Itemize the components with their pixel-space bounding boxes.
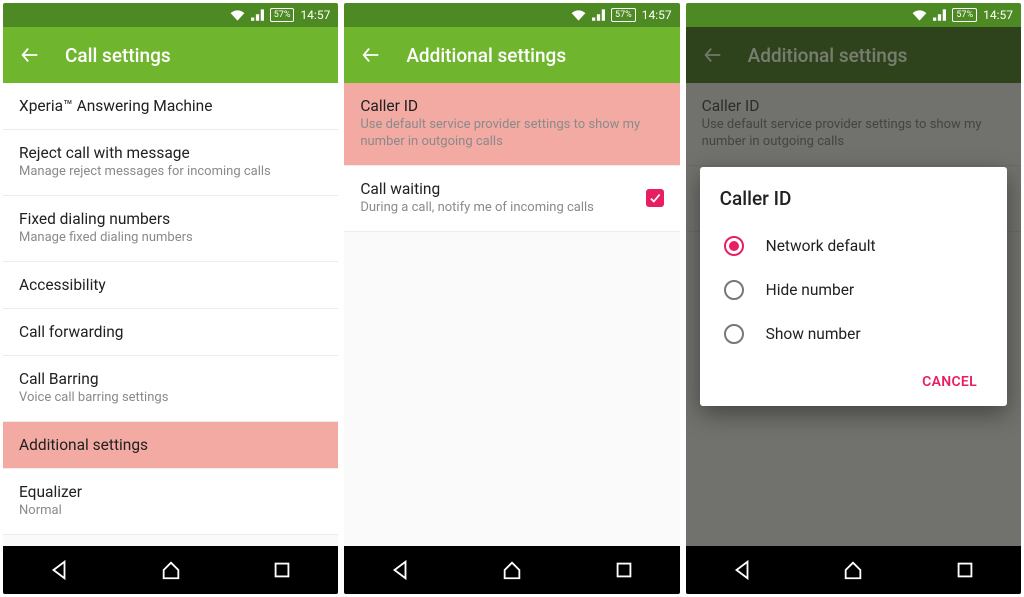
nav-recent-icon[interactable]: [954, 559, 976, 581]
battery-indicator: 57%: [952, 8, 977, 22]
radio-icon: [724, 236, 744, 256]
nav-bar: [686, 546, 1021, 594]
nav-recent-icon[interactable]: [271, 559, 293, 581]
option-show-number[interactable]: Show number: [720, 312, 987, 356]
clock: 14:57: [642, 8, 672, 22]
row-title: Additional settings: [19, 436, 322, 454]
row-equalizer[interactable]: Equalizer Normal: [3, 469, 338, 535]
row-title: Equalizer: [19, 483, 322, 501]
nav-recent-icon[interactable]: [613, 559, 635, 581]
row-subtitle: Use default service provider settings to…: [360, 117, 663, 151]
row-title: Call waiting: [360, 180, 663, 198]
nav-home-icon[interactable]: [160, 559, 182, 581]
row-subtitle: Manage fixed dialing numbers: [19, 230, 322, 247]
row-call-barring[interactable]: Call Barring Voice call barring settings: [3, 356, 338, 422]
page-title: Additional settings: [406, 44, 566, 67]
check-icon: [648, 191, 662, 205]
status-bar: 57% 14:57: [3, 3, 338, 27]
nav-home-icon[interactable]: [842, 559, 864, 581]
clock: 14:57: [983, 8, 1013, 22]
app-bar: Additional settings: [344, 27, 679, 83]
row-title: Caller ID: [360, 97, 663, 115]
radio-icon: [724, 280, 744, 300]
settings-list: Caller ID Use default service provider s…: [344, 83, 679, 546]
radio-icon: [724, 324, 744, 344]
row-title: Xperia™ Answering Machine: [19, 97, 322, 115]
nav-bar: [3, 546, 338, 594]
signal-icon: [251, 9, 264, 21]
nav-back-icon[interactable]: [731, 559, 753, 581]
row-subtitle: Voice call barring settings: [19, 390, 322, 407]
nav-back-icon[interactable]: [48, 559, 70, 581]
caller-id-dialog: Caller ID Network default Hide number Sh…: [700, 167, 1007, 406]
nav-back-icon[interactable]: [389, 559, 411, 581]
back-icon[interactable]: [19, 44, 41, 66]
row-subtitle: Normal: [19, 503, 322, 520]
row-title: Call Barring: [19, 370, 322, 388]
row-reject-call[interactable]: Reject call with message Manage reject m…: [3, 130, 338, 196]
wifi-icon: [571, 9, 586, 21]
settings-list: Xperia™ Answering Machine Reject call wi…: [3, 83, 338, 546]
option-label: Hide number: [766, 281, 855, 299]
option-label: Network default: [766, 237, 876, 255]
row-additional-settings[interactable]: Additional settings: [3, 422, 338, 469]
row-call-forwarding[interactable]: Call forwarding: [3, 309, 338, 356]
status-bar: 57% 14:57: [344, 3, 679, 27]
row-title: Reject call with message: [19, 144, 322, 162]
back-icon[interactable]: [360, 44, 382, 66]
signal-icon: [592, 9, 605, 21]
row-subtitle: Manage reject messages for incoming call…: [19, 164, 322, 181]
call-waiting-checkbox[interactable]: [646, 189, 664, 207]
option-label: Show number: [766, 325, 861, 343]
clock: 14:57: [300, 8, 330, 22]
phone-screen-call-settings: 57% 14:57 Call settings Xperia™ Answerin…: [3, 3, 338, 594]
wifi-icon: [912, 9, 927, 21]
battery-indicator: 57%: [611, 8, 636, 22]
option-hide-number[interactable]: Hide number: [720, 268, 987, 312]
row-fixed-dialing[interactable]: Fixed dialing numbers Manage fixed diali…: [3, 196, 338, 262]
battery-indicator: 57%: [270, 8, 295, 22]
nav-bar: [344, 546, 679, 594]
row-accessibility[interactable]: Accessibility: [3, 262, 338, 309]
phone-screen-caller-id-dialog: 57% 14:57 Additional settings Caller ID …: [686, 3, 1021, 594]
row-subtitle: During a call, notify me of incoming cal…: [360, 200, 663, 217]
app-bar: Call settings: [3, 27, 338, 83]
option-network-default[interactable]: Network default: [720, 224, 987, 268]
row-title: Accessibility: [19, 276, 322, 294]
nav-home-icon[interactable]: [501, 559, 523, 581]
row-caller-id[interactable]: Caller ID Use default service provider s…: [344, 83, 679, 166]
wifi-icon: [230, 9, 245, 21]
row-title: Call forwarding: [19, 323, 322, 341]
row-answering-machine[interactable]: Xperia™ Answering Machine: [3, 83, 338, 130]
row-call-waiting[interactable]: Call waiting During a call, notify me of…: [344, 166, 679, 232]
cancel-button[interactable]: CANCEL: [912, 366, 987, 398]
status-bar: 57% 14:57: [686, 3, 1021, 27]
dialog-title: Caller ID: [720, 187, 987, 210]
row-title: Fixed dialing numbers: [19, 210, 322, 228]
dialog-scrim[interactable]: Caller ID Network default Hide number Sh…: [686, 27, 1021, 546]
signal-icon: [933, 9, 946, 21]
phone-screen-additional-settings: 57% 14:57 Additional settings Caller ID …: [344, 3, 679, 594]
page-title: Call settings: [65, 44, 171, 67]
dialog-actions: CANCEL: [720, 356, 987, 398]
